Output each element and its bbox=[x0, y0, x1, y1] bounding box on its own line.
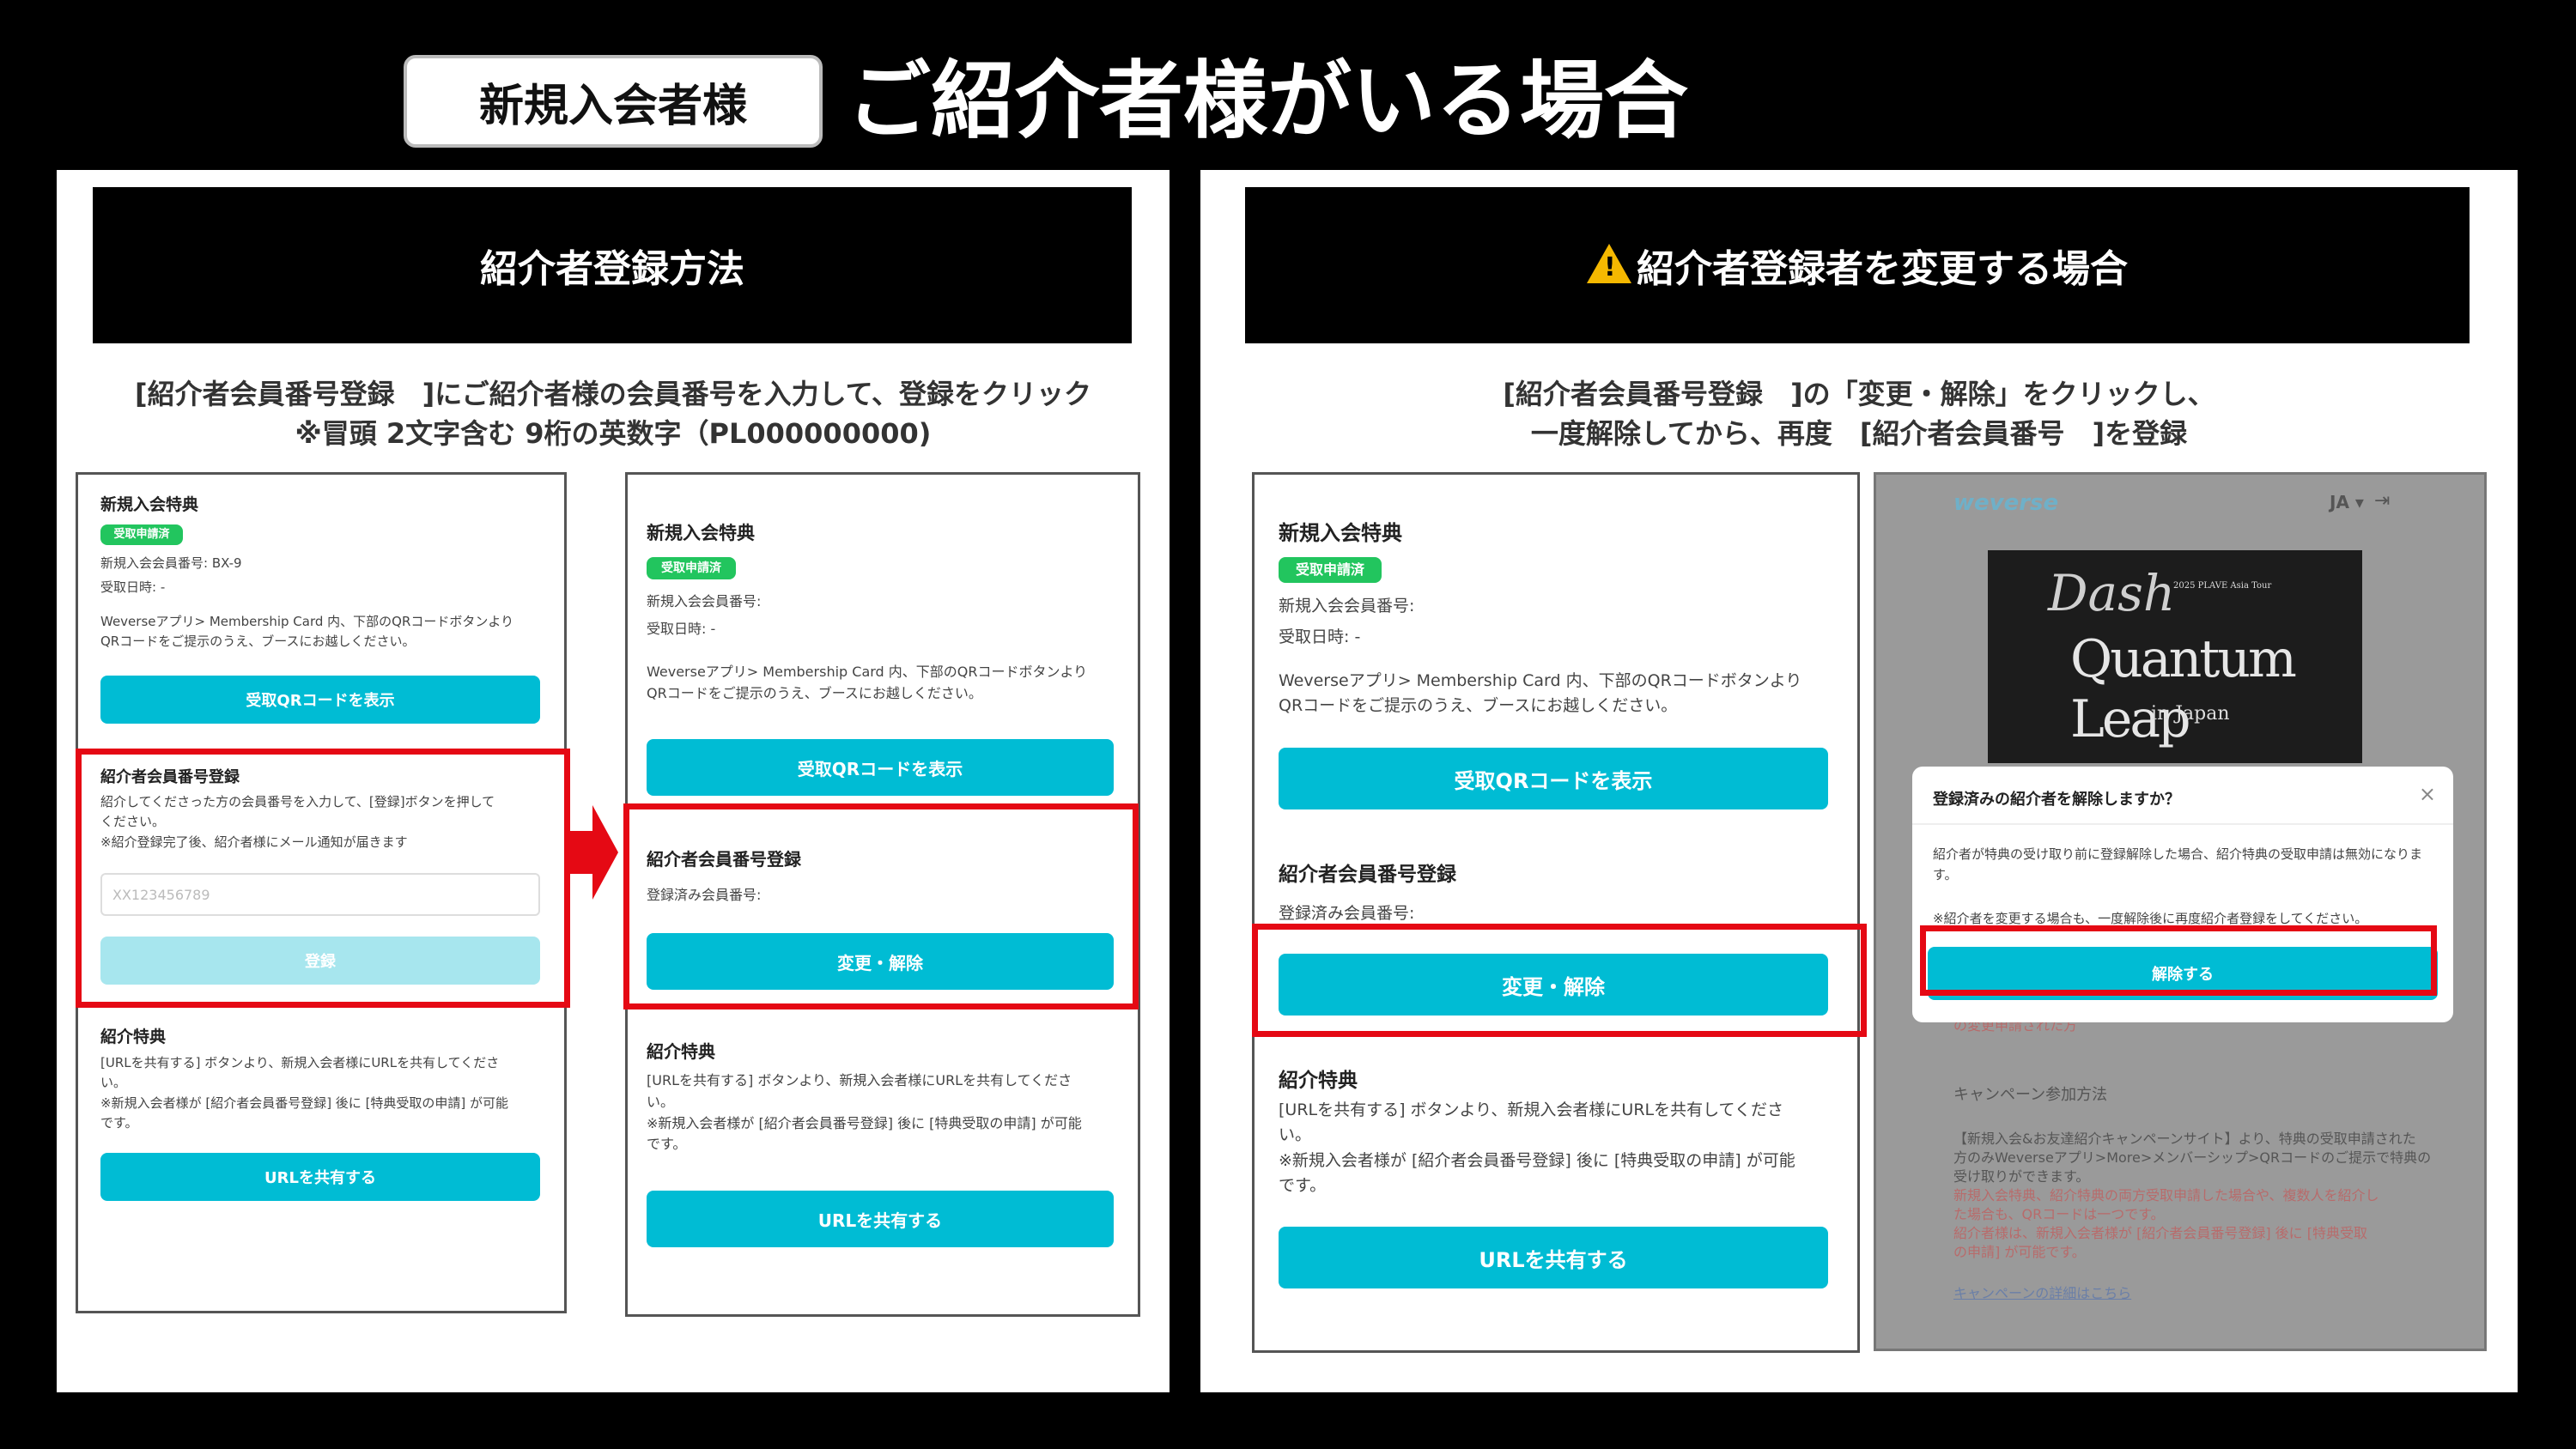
right-panel-heading-text: 紹介者登録者を変更する場合 bbox=[1637, 247, 2128, 291]
share-url-button[interactable]: URLを共有する bbox=[100, 1153, 540, 1201]
modal-title: 登録済みの紹介者を解除しますか？ bbox=[1933, 791, 2180, 809]
left-instruction-line2: ※冒頭 2文字含む 9桁の英数字（PL000000000) bbox=[295, 417, 932, 450]
status-badge: 受取申請済 bbox=[1279, 557, 1382, 583]
referral-benefit-desc: [URLを共有する] ボタンより、新規入会者様にURLを共有してくださ い。 ※… bbox=[1279, 1100, 1795, 1196]
benefit-title: 新規入会特典 bbox=[1279, 521, 1402, 545]
new-member-badge: 新規入会者様 bbox=[404, 55, 823, 148]
member-number: 新規入会会員番号: bbox=[1279, 597, 1415, 615]
qr-guide-text: Weverseアプリ> Membership Card 内、下部のQRコードボタ… bbox=[1279, 671, 1802, 716]
campaign-line6: 紹介者様は、新規入会者様が [紹介者会員番号登録] 後に [特典受取 bbox=[1953, 1225, 2367, 1241]
campaign-line4: 新規入会特典、紹介特典の両方受取申請した場合や、複数人を紹介し bbox=[1953, 1187, 2379, 1203]
show-qr-button[interactable]: 受取QRコードを表示 bbox=[647, 739, 1114, 796]
poster-tour-name: 2025 PLAVE Asia Tour bbox=[2173, 581, 2272, 591]
left-panel: 紹介者登録方法 [紹介者会員番号登録 ]にご紹介者様の会員番号を入力して、登録を… bbox=[57, 170, 1170, 1392]
campaign-line1: 【新規入会&お友達紹介キャンペーンサイト】より、特典の受取申請された bbox=[1953, 1131, 2416, 1147]
right-panel-heading: 紹介者登録者を変更する場合 bbox=[1245, 187, 2470, 343]
poster-subtitle: in Japan bbox=[2151, 703, 2230, 724]
referral-benefit-desc: [URLを共有する] ボタンより、新規入会者様にURLを共有してくださ い。 ※… bbox=[100, 1055, 509, 1131]
right-instruction-line1: [紹介者会員番号登録 ]の「変更・解除」をクリックし、 bbox=[1503, 378, 2215, 410]
highlight-referrer-input bbox=[76, 749, 570, 1008]
campaign-line5: た場合も、QRコードは一つです。 bbox=[1953, 1206, 2165, 1222]
modal-body: 紹介者が特典の受け取り前に登録解除した場合、紹介特典の受取申請は無効になります。 bbox=[1933, 846, 2423, 882]
page-title: ご紹介者様がいる場合 bbox=[847, 52, 1689, 150]
highlight-registered-section bbox=[623, 803, 1139, 1009]
share-url-button[interactable]: URLを共有する bbox=[1279, 1227, 1828, 1288]
screen-change: 新規入会特典 受取申請済 新規入会会員番号: 受取日時: - Weverseアプ… bbox=[1252, 472, 1860, 1353]
campaign-line3: 受け取りができます。 bbox=[1953, 1168, 2090, 1185]
close-icon[interactable]: × bbox=[2419, 782, 2436, 806]
tour-poster: Dash 2025 PLAVE Asia Tour Quantum Leap i… bbox=[1988, 550, 2362, 763]
modal-note: ※紹介者を変更する場合も、一度解除後に再度紹介者登録をしてください。 bbox=[1933, 911, 2368, 926]
weverse-logo: weverse bbox=[1953, 490, 2059, 516]
show-qr-button[interactable]: 受取QRコードを表示 bbox=[100, 676, 540, 724]
left-panel-heading: 紹介者登録方法 bbox=[93, 187, 1132, 343]
received-date: 受取日時: - bbox=[1279, 627, 1361, 646]
campaign-title: キャンペーン参加方法 bbox=[1953, 1086, 2108, 1104]
warning-icon bbox=[1587, 244, 1631, 283]
logout-icon[interactable]: ⇥ bbox=[2374, 490, 2390, 512]
status-badge: 受取申請済 bbox=[100, 524, 183, 545]
benefit-title: 新規入会特典 bbox=[647, 523, 755, 543]
qr-guide-text: Weverseアプリ> Membership Card 内、下部のQRコードボタ… bbox=[100, 614, 514, 650]
right-panel: 紹介者登録者を変更する場合 [紹介者会員番号登録 ]の「変更・解除」をクリックし… bbox=[1200, 170, 2518, 1392]
language-selector[interactable]: JA ▾ bbox=[2330, 492, 2364, 512]
right-instruction-line2: 一度解除してから、再度 [紹介者会員番号 ]を登録 bbox=[1530, 417, 2188, 450]
left-instruction-line1: [紹介者会員番号登録 ]にご紹介者様の会員番号を入力して、登録をクリック bbox=[134, 378, 1092, 410]
share-url-button[interactable]: URLを共有する bbox=[647, 1191, 1114, 1247]
campaign-line7: の申請] が可能です。 bbox=[1953, 1244, 2086, 1260]
referral-benefit-title: 紹介特典 bbox=[100, 1028, 167, 1046]
show-qr-button[interactable]: 受取QRコードを表示 bbox=[1279, 748, 1828, 809]
registered-member-number: 登録済み会員番号: bbox=[1279, 904, 1415, 923]
benefit-title: 新規入会特典 bbox=[100, 495, 199, 514]
highlight-change-button bbox=[1252, 924, 1867, 1037]
status-badge: 受取申請済 bbox=[647, 557, 736, 579]
received-date: 受取日時: - bbox=[647, 621, 716, 637]
campaign-link[interactable]: キャンペーンの詳細はこちら bbox=[1953, 1282, 2131, 1302]
poster-title: Quantum Leap bbox=[2070, 629, 2297, 749]
member-number: 新規入会会員番号: bbox=[647, 593, 762, 609]
highlight-confirm-button bbox=[1920, 925, 2437, 996]
modal-divider bbox=[1912, 823, 2453, 825]
referral-benefit-title: 紹介特典 bbox=[647, 1041, 715, 1062]
member-number: 新規入会会員番号: BX-9 bbox=[100, 555, 242, 571]
left-instruction: [紹介者会員番号登録 ]にご紹介者様の会員番号を入力して、登録をクリック ※冒頭… bbox=[57, 374, 1170, 453]
referrer-section-title: 紹介者会員番号登録 bbox=[1279, 864, 1456, 886]
right-instruction: [紹介者会員番号登録 ]の「変更・解除」をクリックし、 一度解除してから、再度 … bbox=[1200, 374, 2518, 453]
poster-script: Dash bbox=[2048, 564, 2176, 622]
arrow-right-icon bbox=[570, 805, 618, 900]
campaign-line2: 方のみWeverseアプリ>More>メンバーシップ>QRコードのご提示で特典の bbox=[1953, 1149, 2432, 1166]
received-date: 受取日時: - bbox=[100, 579, 166, 595]
qr-guide-text: Weverseアプリ> Membership Card 内、下部のQRコードボタ… bbox=[647, 664, 1088, 701]
referral-benefit-desc: [URLを共有する] ボタンより、新規入会者様にURLを共有してくださ い。 ※… bbox=[647, 1072, 1082, 1153]
weverse-screen: weverse JA ▾ ⇥ Dash 2025 PLAVE Asia Tour… bbox=[1874, 472, 2487, 1351]
referral-benefit-title: 紹介特典 bbox=[1279, 1070, 1358, 1092]
